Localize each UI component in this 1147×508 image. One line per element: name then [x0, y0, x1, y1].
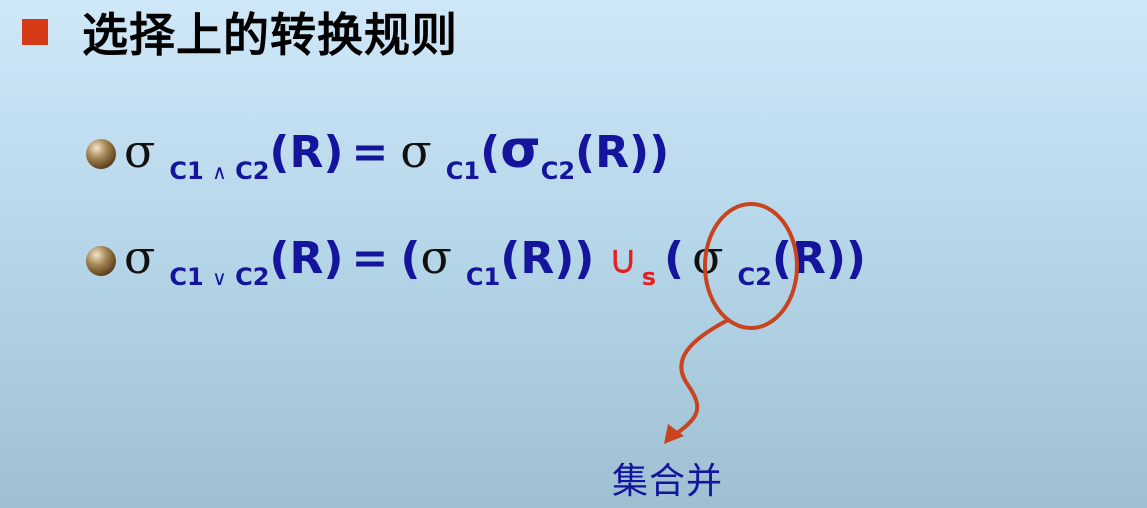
curved-arrow-line: [670, 318, 730, 439]
slide: 选择上的转换规则 σ C1 ∧ C2 (R) = σ C1 ( σ C2 (R)…: [0, 0, 1147, 508]
union-symbol: ∪: [608, 237, 638, 283]
sigma-symbol: σ: [500, 120, 541, 180]
relation-arg: (R)): [771, 233, 867, 284]
subscript-condition: C1: [465, 263, 501, 291]
sigma-symbol: σ: [124, 230, 156, 284]
relation-arg: (R): [269, 233, 344, 284]
open-paren: (: [480, 127, 501, 178]
condition-c2: C2: [235, 157, 270, 185]
open-paren: (: [664, 233, 685, 284]
subscript-condition: C1: [445, 157, 481, 185]
subscript-condition: C2: [540, 157, 576, 185]
rule-2-formula: σ C1 ∨ C2 (R) = ( σ C1 (R)) ∪ s ( σ C2 (…: [86, 230, 867, 291]
sphere-bullet-icon: [86, 246, 116, 276]
condition-c1: C1: [169, 157, 204, 185]
subscript-condition: C1 ∧ C2: [169, 157, 269, 185]
union-subscript: s: [641, 263, 656, 291]
or-operator: ∨: [212, 266, 227, 290]
sigma-symbol: σ: [124, 124, 156, 178]
condition-c1: C1: [169, 263, 204, 291]
title-row: 选择上的转换规则: [22, 2, 458, 62]
and-operator: ∧: [212, 160, 227, 184]
equals-sign: =: [351, 127, 389, 178]
condition-c2: C2: [235, 263, 270, 291]
slide-title: 选择上的转换规则: [82, 8, 458, 62]
open-paren: (: [400, 233, 421, 284]
subscript-condition: C1 ∨ C2: [169, 263, 269, 291]
sigma-symbol: σ: [692, 230, 724, 284]
subscript-condition: C2: [737, 263, 772, 291]
equals-sign: =: [351, 233, 389, 284]
annotation-caption: 集合并: [612, 461, 724, 502]
sigma-symbol: σ: [400, 124, 432, 178]
arrowhead-icon: [664, 424, 684, 444]
sphere-bullet-icon: [86, 139, 116, 169]
relation-arg: (R)): [575, 127, 670, 178]
square-bullet-icon: [22, 19, 48, 45]
relation-arg: (R)): [500, 233, 595, 284]
sigma-symbol: σ: [420, 230, 452, 284]
rule-1-formula: σ C1 ∧ C2 (R) = σ C1 ( σ C2 (R)): [86, 120, 670, 185]
relation-arg: (R): [269, 127, 344, 178]
